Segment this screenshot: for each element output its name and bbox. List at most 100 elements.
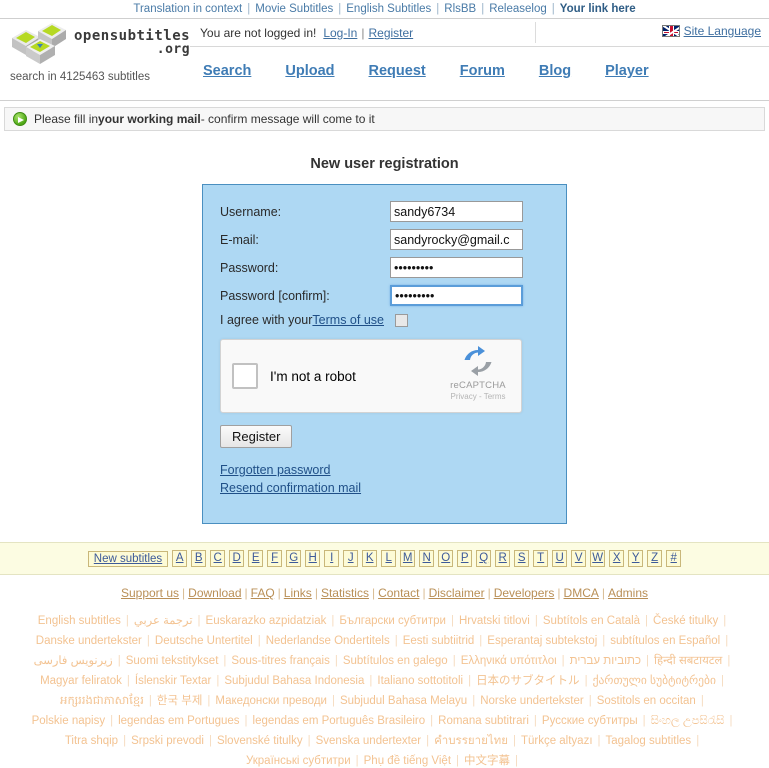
language-link[interactable]: כתוביות עברית [570,655,641,667]
topbar-link[interactable]: Your link here [560,3,636,15]
alpha-letter-x[interactable]: X [609,550,625,567]
language-link[interactable]: ترجمة عربي [134,615,193,627]
language-link[interactable]: Eesti subtiitrid [403,635,475,647]
topbar-link[interactable]: English Subtitles [346,3,431,15]
language-link[interactable]: Romana subtitrari [438,715,529,727]
alpha-letter-v[interactable]: V [571,550,587,567]
footer-link[interactable]: Developers [494,586,555,600]
language-link[interactable]: Íslenskir Textar [135,675,211,687]
language-link[interactable]: Polskie napisy [32,715,106,727]
language-link[interactable]: Srpski prevodi [131,735,204,747]
language-link[interactable]: អក្សររងជាភាសាខ្មែរ [60,695,144,707]
language-link[interactable]: Subjudul Bahasa Melayu [340,695,467,707]
nav-item-forum[interactable]: Forum [460,63,505,79]
alpha-letter-i[interactable]: I [324,550,340,567]
language-link[interactable]: legendas em Portugues [118,715,239,727]
nav-item-blog[interactable]: Blog [539,63,571,79]
terms-of-use-link[interactable]: Terms of use [312,313,384,327]
alpha-letter-k[interactable]: K [362,550,378,567]
alpha-letter-n[interactable]: N [419,550,435,567]
language-link[interactable]: Danske undertekster [36,635,142,647]
language-link[interactable]: Italiano sottotitoli [377,675,463,687]
site-language-link[interactable]: Site Language [684,24,761,38]
language-link[interactable]: Українські субтитри [246,755,351,767]
topbar-link[interactable]: Movie Subtitles [255,3,333,15]
topbar-link[interactable]: RlsBB [444,3,476,15]
alpha-letter-f[interactable]: F [267,550,283,567]
language-link[interactable]: සිංහල උපසිරැසි [651,715,725,727]
alpha-letter-u[interactable]: U [552,550,568,567]
language-link[interactable]: Norske undertekster [480,695,584,707]
email-input[interactable] [390,229,523,250]
alpha-letter-o[interactable]: O [438,550,454,567]
new-subtitles-button[interactable]: New subtitles [87,550,169,567]
language-link[interactable]: legendas em Português Brasileiro [253,715,426,727]
forgotten-password-link[interactable]: Forgotten password [220,461,566,479]
footer-link[interactable]: Contact [378,586,419,600]
nav-item-search[interactable]: Search [203,63,251,79]
language-link[interactable]: Sostitols en occitan [597,695,696,707]
alpha-letter-c[interactable]: C [210,550,226,567]
recaptcha-widget[interactable]: I'm not a robot reCAPTCHA Privacy - Term… [220,339,522,413]
footer-link[interactable]: Disclaimer [429,586,485,600]
alpha-letter-a[interactable]: A [172,550,188,567]
opensubtitles-logo-icon[interactable] [8,21,70,65]
alpha-letter-z[interactable]: Z [647,550,663,567]
password-confirm-input[interactable] [390,285,523,306]
alpha-letter-b[interactable]: B [191,550,207,567]
topbar-link[interactable]: Translation in context [133,3,242,15]
language-link[interactable]: Türkçe altyazı [521,735,593,747]
language-link[interactable]: Sous-titres français [231,655,329,667]
username-input[interactable] [390,201,523,222]
brand-wordmark[interactable]: opensubtitles .org [74,29,190,57]
language-link[interactable]: Hrvatski titlovi [459,615,530,627]
language-link[interactable]: Esperantaj subtekstoj [487,635,597,647]
language-link[interactable]: Deutsche Untertitel [155,635,253,647]
resend-confirmation-link[interactable]: Resend confirmation mail [220,479,566,497]
footer-link[interactable]: Links [284,586,312,600]
alpha-letter-q[interactable]: Q [476,550,492,567]
footer-link[interactable]: Statistics [321,586,369,600]
footer-link[interactable]: Download [188,586,241,600]
language-link[interactable]: Български субтитри [339,615,446,627]
language-link[interactable]: Русские субтитры [542,715,638,727]
language-link[interactable]: Ελληνικά υπότιτλοι [461,655,557,667]
alpha-letter-p[interactable]: P [457,550,473,567]
topbar-link[interactable]: Releaselog [489,3,547,15]
alpha-letter-e[interactable]: E [248,550,264,567]
alpha-letter-s[interactable]: S [514,550,530,567]
language-link[interactable]: हिन्दी सबटायटल [654,655,722,667]
alpha-letter-hash[interactable]: # [666,550,682,567]
language-link[interactable]: English subtitles [38,615,121,627]
site-language-selector[interactable]: Site Language [661,24,761,38]
language-link[interactable]: Euskarazko azpidatziak [206,615,327,627]
alpha-letter-h[interactable]: H [305,550,321,567]
terms-checkbox[interactable] [394,313,408,327]
language-link[interactable]: Svenska undertexter [316,735,421,747]
alpha-letter-y[interactable]: Y [628,550,644,567]
language-link[interactable]: Subjudul Bahasa Indonesia [224,675,364,687]
language-link[interactable]: 한국 부제 [157,695,203,707]
footer-link[interactable]: FAQ [251,586,275,600]
login-link[interactable]: Log-In [323,26,357,40]
language-link[interactable]: Tagalog subtitles [606,735,692,747]
alpha-letter-d[interactable]: D [229,550,245,567]
alpha-letter-w[interactable]: W [590,550,606,567]
language-link[interactable]: Nederlandse Ondertitels [266,635,390,647]
nav-item-player[interactable]: Player [605,63,649,79]
nav-item-upload[interactable]: Upload [285,63,334,79]
register-button[interactable]: Register [220,425,293,448]
alpha-letter-j[interactable]: J [343,550,359,567]
language-link[interactable]: Phụ đề tiếng Việt [364,755,451,767]
alpha-letter-t[interactable]: T [533,550,549,567]
language-link[interactable]: České titulky [653,615,718,627]
footer-link[interactable]: DMCA [564,586,599,600]
language-link[interactable]: 中文字幕 [464,755,510,767]
register-link[interactable]: Register [368,26,413,40]
alpha-letter-g[interactable]: G [286,550,302,567]
footer-link[interactable]: Support us [121,586,179,600]
language-link[interactable]: ქართული სუბტიტრები [593,675,716,687]
language-link[interactable]: Македонски преводи [215,695,327,707]
language-link[interactable]: Magyar feliratok [40,675,122,687]
footer-link[interactable]: Admins [608,586,648,600]
